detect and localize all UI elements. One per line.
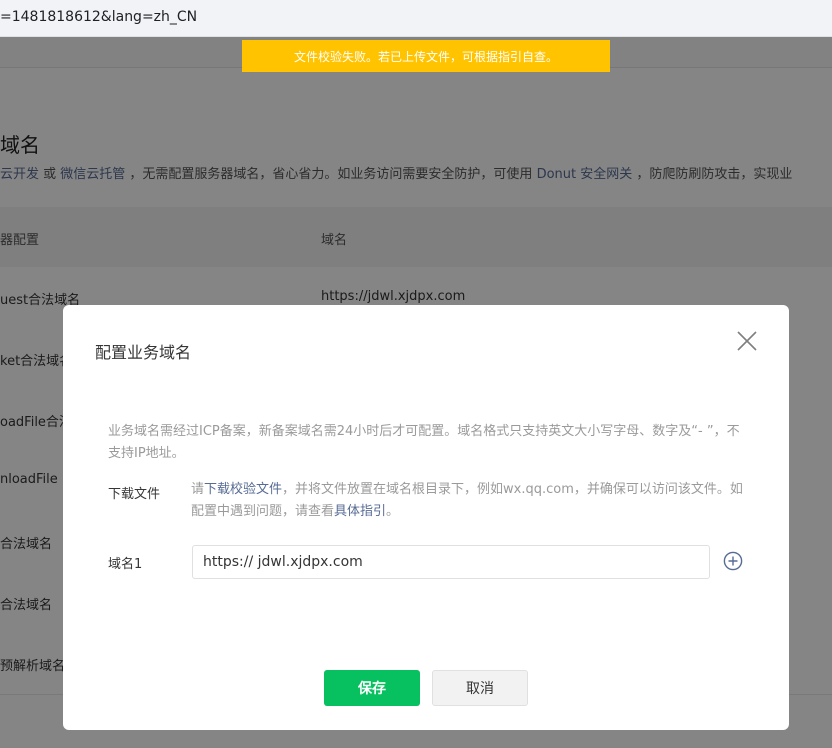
download-text-3: 。: [386, 504, 400, 519]
domain-1-input[interactable]: [192, 545, 710, 579]
close-icon[interactable]: [735, 329, 759, 353]
cancel-button[interactable]: 取消: [432, 670, 528, 706]
guide-link[interactable]: 具体指引: [334, 504, 386, 519]
configure-domain-dialog: 配置业务域名 业务域名需经过ICP备案，新备案域名需24小时后才可配置。域名格式…: [63, 305, 789, 730]
address-url-text[interactable]: =1481818612&lang=zh_CN: [0, 9, 197, 25]
dialog-title: 配置业务域名: [95, 343, 192, 362]
download-text-1: 请: [191, 482, 205, 497]
add-circle-icon[interactable]: [723, 551, 743, 571]
save-button[interactable]: 保存: [324, 670, 420, 706]
download-instructions: 请下载校验文件，并将文件放置在域名根目录下，例如wx.qq.com，并确保可以访…: [191, 479, 751, 523]
download-verify-file-link[interactable]: 下载校验文件: [204, 482, 282, 497]
toast-text: 文件校验失败。若已上传文件，可根据指引自查。: [293, 49, 558, 64]
browser-address-bar[interactable]: =1481818612&lang=zh_CN: [0, 0, 832, 37]
warning-toast: 文件校验失败。若已上传文件，可根据指引自查。: [242, 40, 610, 72]
download-file-label: 下载文件: [108, 487, 161, 502]
domain-1-label: 域名1: [108, 557, 143, 572]
icp-tip-text: 业务域名需经过ICP备案，新备案域名需24小时后才可配置。域名格式只支持英文大小…: [108, 424, 740, 461]
